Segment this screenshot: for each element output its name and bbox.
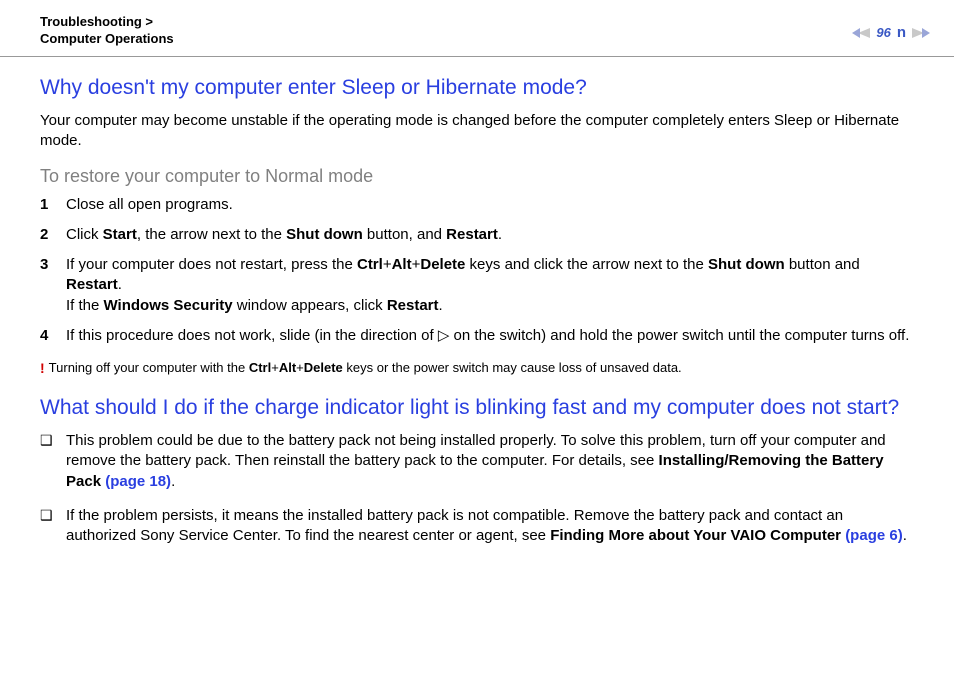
step-number: 1 [40,195,66,215]
step-item: 3If your computer does not restart, pres… [40,255,914,316]
arrow-right-icon [912,26,930,40]
steps-list: 1Close all open programs. 2Click Start, … [40,195,914,347]
pager: 96 n [852,14,930,41]
step-number: 3 [40,255,66,275]
step-item: 2Click Start, the arrow next to the Shut… [40,225,914,245]
page-number: 96 [876,25,890,40]
bullet-icon: ❑ [40,506,66,525]
step-item: 4If this procedure does not work, slide … [40,326,914,346]
step-text: Click Start, the arrow next to the Shut … [66,225,914,245]
arrow-left-icon [852,26,870,40]
step-text: Close all open programs. [66,195,914,215]
bullet-icon: ❑ [40,431,66,450]
page-header: Troubleshooting > Computer Operations 96… [0,0,954,57]
page-letter: n [897,24,906,41]
question-heading-1: Why doesn't my computer enter Sleep or H… [40,75,914,101]
warning-text: Turning off your computer with the Ctrl+… [49,360,682,377]
bullet-list: ❑This problem could be due to the batter… [40,431,914,546]
step-number: 2 [40,225,66,245]
warning-icon: ! [40,360,45,376]
bullet-text: If the problem persists, it means the in… [66,506,914,547]
step-number: 4 [40,326,66,346]
prev-page-button[interactable] [852,26,870,40]
step-text: If this procedure does not work, slide (… [66,326,914,346]
subheading-restore: To restore your computer to Normal mode [40,166,914,187]
bullet-item: ❑If the problem persists, it means the i… [40,506,914,547]
intro-paragraph: Your computer may become unstable if the… [40,111,914,152]
next-page-button[interactable] [912,26,930,40]
step-text: If your computer does not restart, press… [66,255,914,316]
breadcrumb-line2: Computer Operations [40,31,174,46]
breadcrumb: Troubleshooting > Computer Operations [40,14,174,48]
warning-note: ! Turning off your computer with the Ctr… [40,360,914,377]
step-item: 1Close all open programs. [40,195,914,215]
content: Why doesn't my computer enter Sleep or H… [0,57,954,581]
breadcrumb-line1: Troubleshooting > [40,14,153,29]
bullet-item: ❑This problem could be due to the batter… [40,431,914,492]
bullet-text: This problem could be due to the battery… [66,431,914,492]
question-heading-2: What should I do if the charge indicator… [40,395,914,421]
